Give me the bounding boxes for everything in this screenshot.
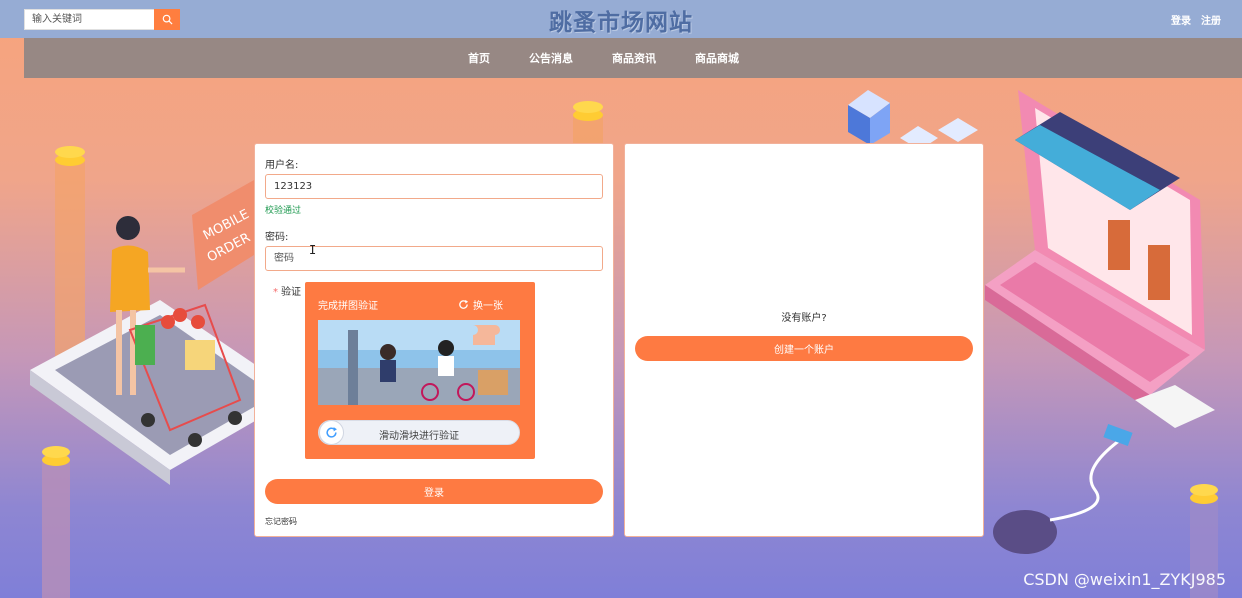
- required-star: *: [273, 287, 278, 298]
- forgot-password-link[interactable]: 忘记密码: [265, 516, 297, 527]
- captcha-slider-text: 滑动滑块进行验证: [379, 431, 459, 442]
- captcha-box: 完成拼图验证 换一张 滑动滑块进行验证: [305, 282, 535, 459]
- main-nav: 首页 公告消息 商品资讯 商品商城: [24, 38, 1242, 78]
- nav-item-product-mall[interactable]: 商品商城: [695, 50, 739, 66]
- auth-links: 登录 注册: [1171, 12, 1221, 27]
- create-account-button[interactable]: 创建一个账户: [635, 336, 973, 361]
- login-panel: 用户名: 校验通过 密码: *验证 完成拼图验证 换一张: [254, 143, 614, 537]
- mobile-order-sign: MOBILE ORDER: [192, 180, 254, 290]
- background-illustration: MOBILE ORDER: [30, 90, 1218, 598]
- captcha-label: * 验证: [273, 283, 301, 298]
- coin-stack-bottom-left: [42, 446, 70, 598]
- username-label: 用户名:: [265, 160, 299, 171]
- password-label: 密码:: [265, 232, 289, 243]
- captcha-puzzle-image: [318, 320, 520, 405]
- mouse-illustration: [993, 423, 1133, 554]
- coin-stack-top: [573, 101, 603, 145]
- login-link[interactable]: 登录: [1171, 12, 1191, 27]
- no-account-text: 没有账户?: [781, 313, 827, 324]
- captcha-refresh-label: 换一张: [473, 301, 503, 312]
- nav-item-home[interactable]: 首页: [468, 50, 490, 66]
- username-valid-message: 校验通过: [265, 206, 302, 216]
- coin-stack-left: [55, 146, 85, 360]
- nav-item-announcements[interactable]: 公告消息: [529, 50, 573, 66]
- login-button[interactable]: 登录: [265, 479, 603, 504]
- username-input[interactable]: [265, 174, 603, 199]
- captcha-slider-track[interactable]: 滑动滑块进行验证: [318, 420, 520, 445]
- captcha-label-text: 验证: [281, 287, 301, 298]
- cube-decor: [848, 90, 978, 150]
- captcha-refresh-button[interactable]: 换一张: [458, 297, 503, 312]
- register-panel: 没有账户? 创建一个账户: [624, 143, 984, 537]
- nav-items: 首页 公告消息 商品资讯 商品商城: [468, 38, 778, 78]
- refresh-icon: [459, 299, 469, 309]
- captcha-title: 完成拼图验证: [318, 301, 378, 312]
- top-bar: 跳蚤市场网站 登录 注册: [0, 0, 1242, 38]
- laptop-illustration: [985, 90, 1215, 428]
- nav-item-product-news[interactable]: 商品资讯: [612, 50, 656, 66]
- watermark: CSDN @weixin1_ZYKJ985: [1023, 570, 1226, 589]
- site-title: 跳蚤市场网站: [549, 10, 693, 36]
- text-cursor-icon: I: [309, 243, 317, 257]
- register-link[interactable]: 注册: [1201, 12, 1221, 27]
- captcha-scene: [318, 320, 520, 405]
